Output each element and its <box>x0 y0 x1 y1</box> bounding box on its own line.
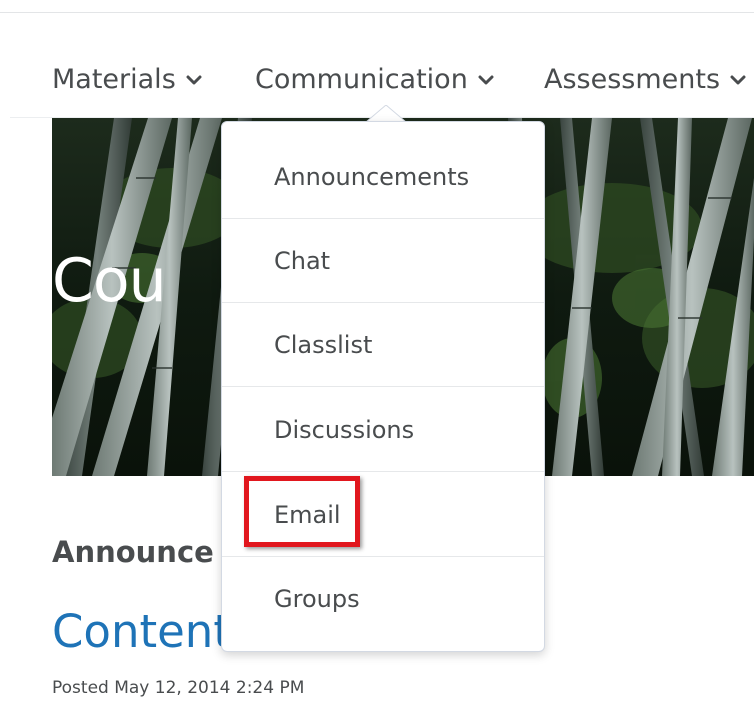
announcements-heading: Announce <box>52 535 214 569</box>
menu-item-label: Classlist <box>274 330 373 359</box>
announcement-posted-date: Posted May 12, 2014 2:24 PM <box>52 678 305 698</box>
announcement-title-link[interactable]: Content <box>52 605 231 658</box>
menu-item-email[interactable]: Email <box>222 473 544 557</box>
chevron-down-icon <box>478 74 494 86</box>
menu-item-groups[interactable]: Groups <box>222 557 544 641</box>
chevron-down-icon <box>186 74 202 86</box>
menu-item-classlist[interactable]: Classlist <box>222 303 544 387</box>
menu-item-label: Announcements <box>274 162 470 191</box>
nav-assessments[interactable]: Assessments <box>544 61 746 98</box>
menu-item-announcements[interactable]: Announcements <box>222 135 544 219</box>
menu-item-label: Chat <box>274 246 331 275</box>
menu-item-label: Email <box>274 500 341 529</box>
nav-communication-label: Communication <box>255 63 468 95</box>
menu-item-chat[interactable]: Chat <box>222 219 544 303</box>
menu-item-label: Groups <box>274 585 360 613</box>
menu-item-label: Discussions <box>274 415 415 444</box>
nav-communication[interactable]: Communication <box>255 61 494 98</box>
banner-title: Cou <box>52 246 167 316</box>
nav-assessments-label: Assessments <box>544 63 721 95</box>
nav-materials[interactable]: Materials <box>52 61 202 98</box>
menu-item-discussions[interactable]: Discussions <box>222 388 544 472</box>
chevron-down-icon <box>730 74 746 86</box>
nav-materials-label: Materials <box>52 63 176 95</box>
communication-dropdown-menu: Announcements Chat Classlist Discussions… <box>221 121 545 652</box>
course-navbar: Materials Communication Assessments <box>0 13 754 117</box>
